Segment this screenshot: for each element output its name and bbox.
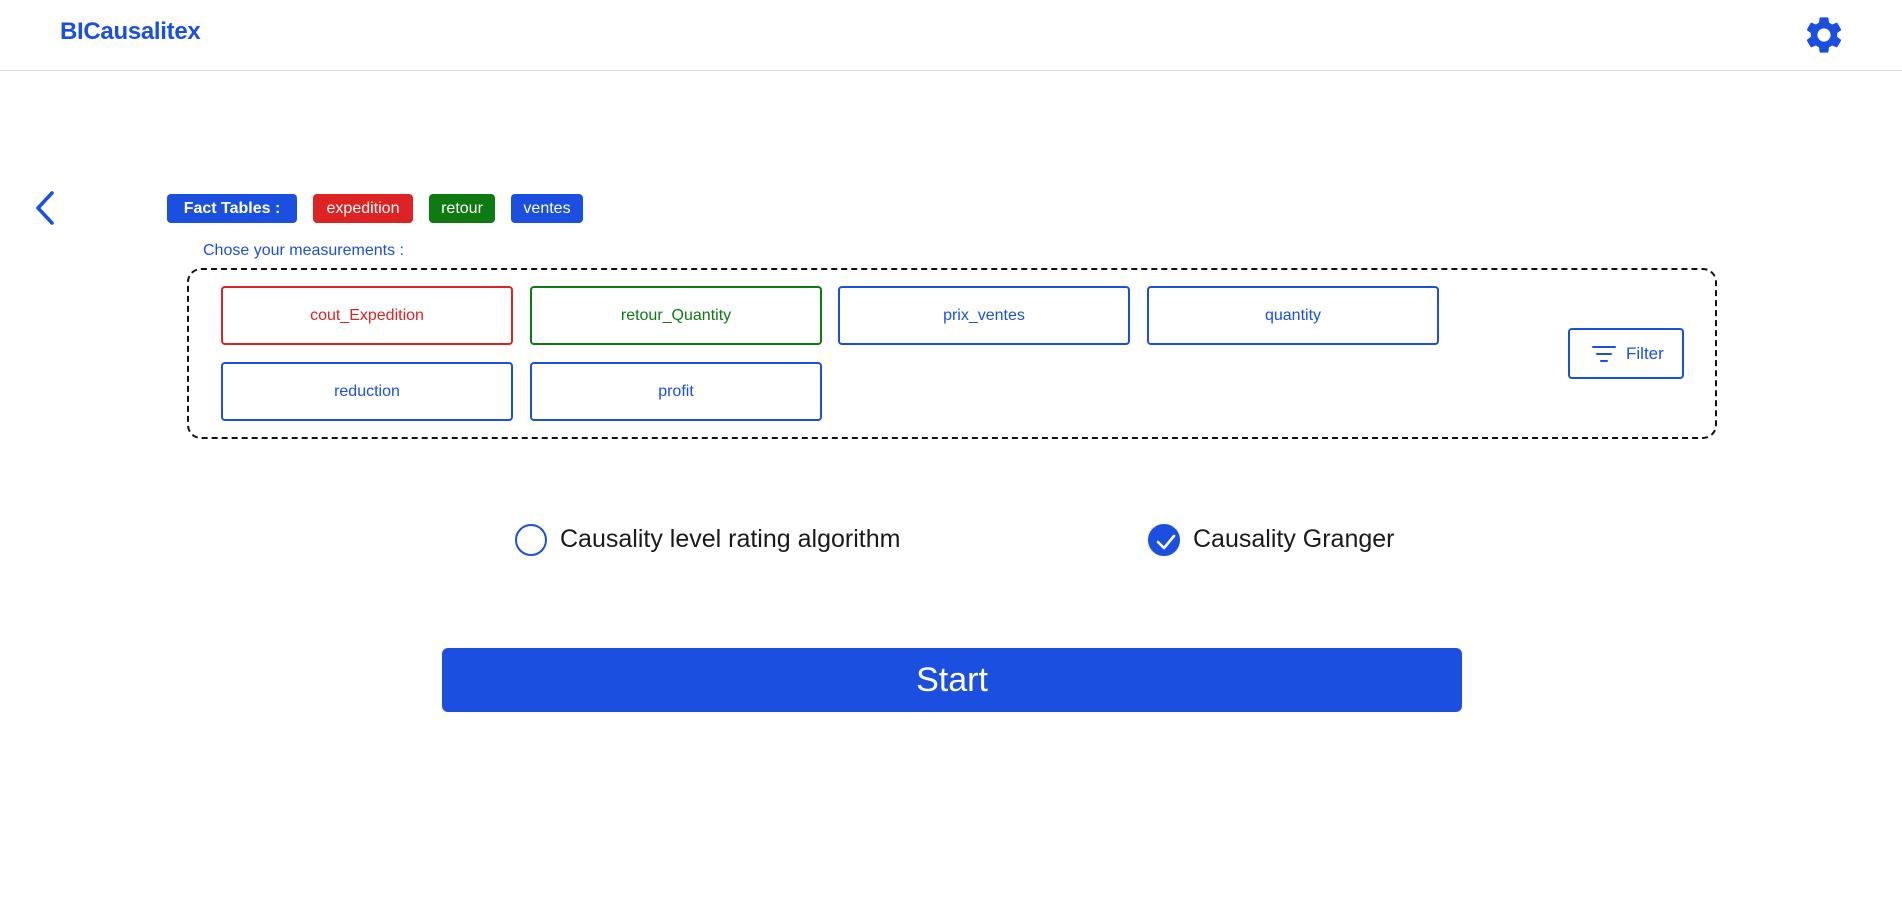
measurement-reduction[interactable]: reduction: [221, 362, 513, 421]
fact-table-chip-ventes[interactable]: ventes: [511, 194, 583, 223]
algorithm-option-granger[interactable]: Causality Granger: [1148, 523, 1428, 557]
measurement-retour-quantity[interactable]: retour_Quantity: [530, 286, 822, 345]
fact-tables-label: Fact Tables :: [167, 194, 297, 223]
fact-table-chip-retour[interactable]: retour: [429, 194, 495, 223]
filter-icon: [1592, 346, 1616, 362]
measurement-prix-ventes[interactable]: prix_ventes: [838, 286, 1130, 345]
gear-icon[interactable]: [1802, 13, 1846, 57]
algorithm-option-label: Causality level rating algorithm: [560, 525, 901, 553]
app-logo[interactable]: BICausalitex: [60, 18, 201, 46]
start-button[interactable]: Start: [442, 648, 1462, 712]
radio-unchecked-icon[interactable]: [515, 524, 547, 556]
measurements-prompt: Chose your measurements :: [203, 242, 404, 259]
top-bar: BICausalitex: [0, 0, 1902, 71]
measurement-cout-expedition[interactable]: cout_Expedition: [221, 286, 513, 345]
radio-checked-icon[interactable]: [1148, 524, 1180, 556]
filter-button[interactable]: Filter: [1568, 328, 1684, 379]
filter-label: Filter: [1626, 344, 1664, 363]
checkmark-icon: [1156, 534, 1176, 550]
algorithm-option-label: Causality Granger: [1193, 525, 1395, 553]
algorithm-option-level-rating[interactable]: Causality level rating algorithm: [515, 523, 935, 557]
chevron-left-icon[interactable]: [30, 189, 62, 227]
measurement-profit[interactable]: profit: [530, 362, 822, 421]
fact-table-chip-expedition[interactable]: expedition: [313, 194, 413, 223]
measurement-quantity[interactable]: quantity: [1147, 286, 1439, 345]
